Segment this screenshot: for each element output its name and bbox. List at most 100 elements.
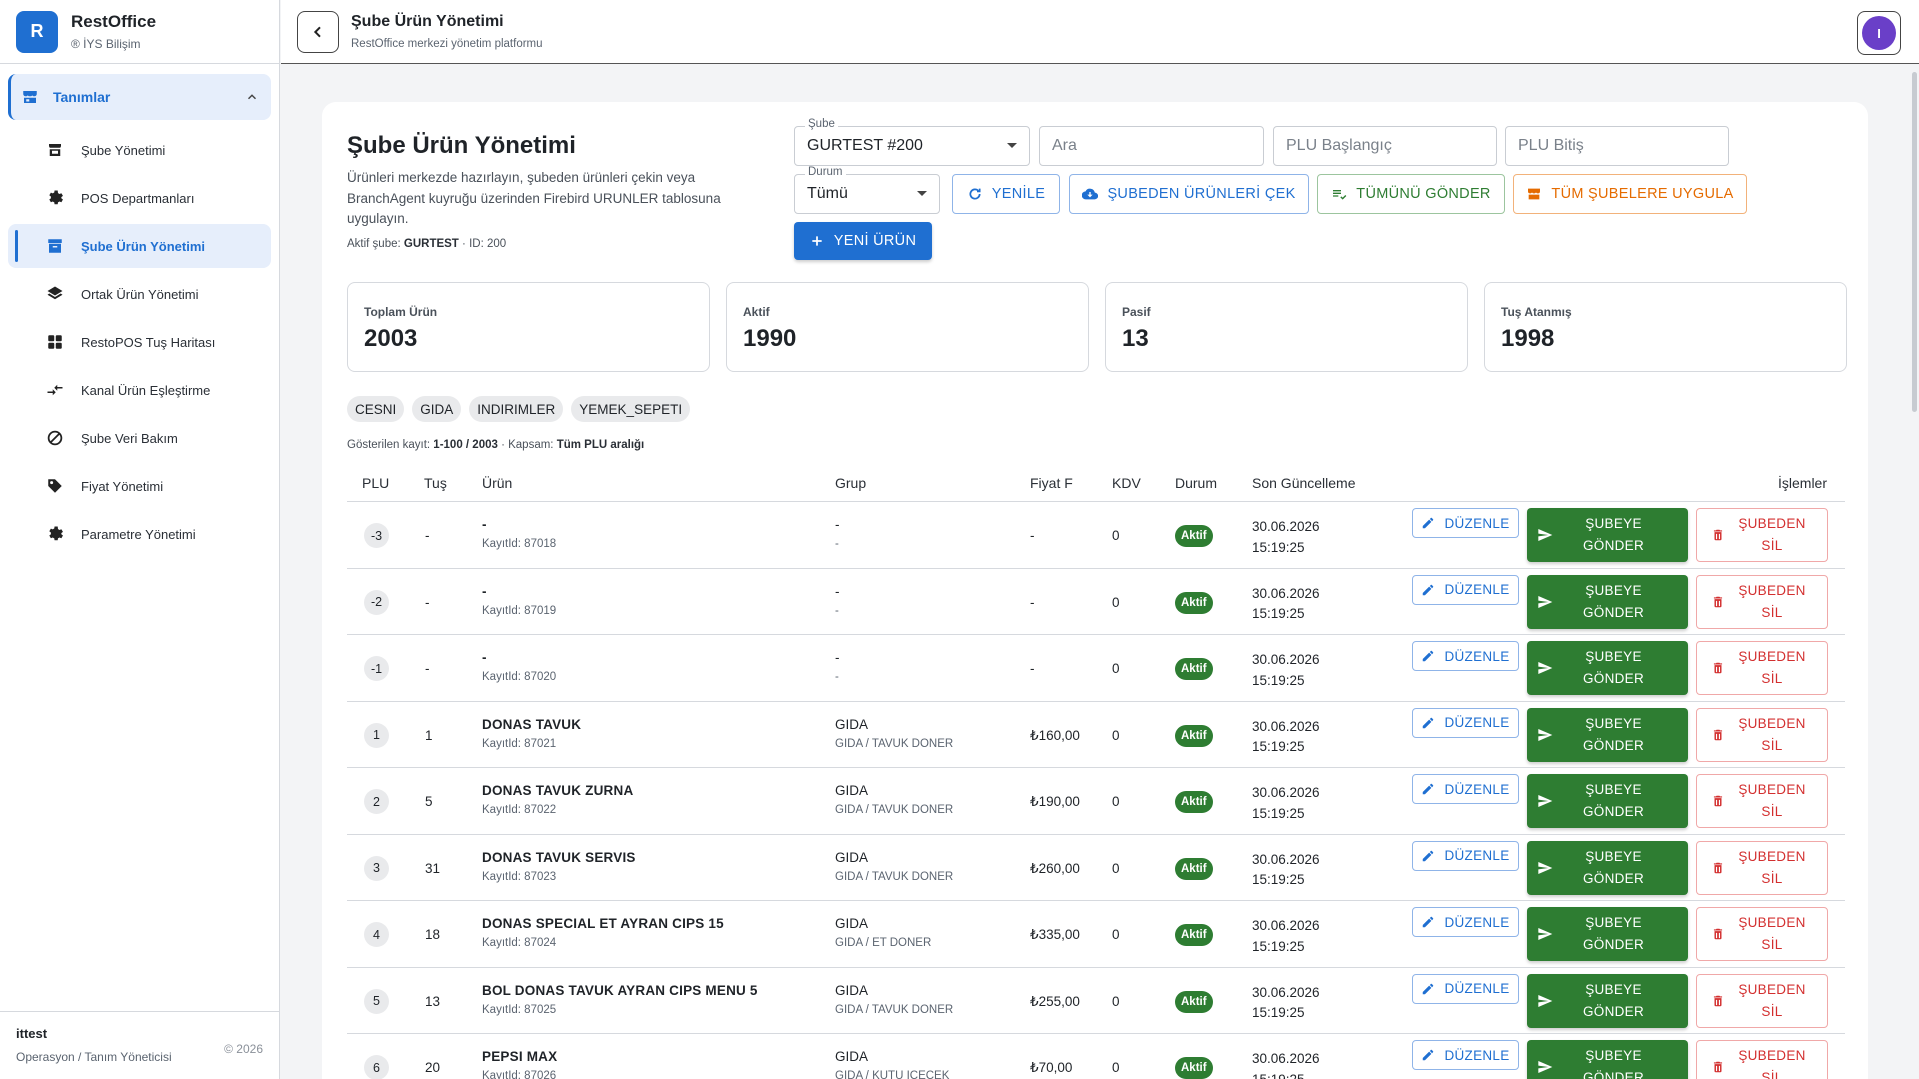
send-to-branch-button[interactable]: ŞUBEYE GÖNDER <box>1527 508 1688 562</box>
edit-button[interactable]: DÜZENLE <box>1412 973 1519 1004</box>
group-chip[interactable]: GIDA <box>412 396 462 422</box>
send-label-line2: GÖNDER <box>1582 937 1645 952</box>
edit-button[interactable]: DÜZENLE <box>1412 641 1519 671</box>
sidebar-item-fiyat-yonetimi[interactable]: Fiyat Yönetimi <box>8 464 271 508</box>
edit-button[interactable]: DÜZENLE <box>1412 574 1519 605</box>
col-son-guncelleme[interactable]: Son Güncelleme <box>1252 475 1356 491</box>
delete-from-branch-button[interactable]: ŞUBEDEN SİL <box>1696 508 1828 562</box>
col-fiyat[interactable]: Fiyat F <box>1030 475 1073 491</box>
delete-label-line1: ŞUBEDEN <box>1738 582 1806 598</box>
chevron-up-icon[interactable] <box>245 90 259 104</box>
sidebar-item-sube-yonetimi[interactable]: Şube Yönetimi <box>8 128 271 172</box>
delete-from-branch-button[interactable]: ŞUBEDEN SİL <box>1696 840 1828 895</box>
stat-card-key-assigned: Tuş Atanmış 1998 <box>1484 282 1847 372</box>
trash-icon <box>1713 529 1723 541</box>
back-button[interactable] <box>297 10 339 53</box>
new-product-button[interactable]: YENİ ÜRÜN <box>794 222 932 260</box>
delete-from-branch-button[interactable]: ŞUBEDEN SİL <box>1696 707 1828 762</box>
sidebar-item-kanal-urun-eslestirme[interactable]: Kanal Ürün Eşleştirme <box>8 368 271 412</box>
send-label-line2: GÖNDER <box>1582 804 1645 819</box>
send-to-branch-button[interactable]: ŞUBEYE GÖNDER <box>1527 840 1688 895</box>
col-urun[interactable]: Ürün <box>482 475 512 491</box>
nav-group-tanimlar[interactable]: Tanımlar <box>8 74 271 120</box>
delete-from-branch-button[interactable]: ŞUBEDEN SİL <box>1696 1040 1828 1079</box>
updated-time: 15:19:25 <box>1252 539 1305 555</box>
pencil-icon <box>1423 783 1434 795</box>
send-to-branch-button[interactable]: ŞUBEYE GÖNDER <box>1527 707 1688 762</box>
edit-button[interactable]: DÜZENLE <box>1412 774 1519 804</box>
delete-from-branch-button[interactable]: ŞUBEDEN SİL <box>1696 774 1828 828</box>
sidebar-nav: Şube Yönetimi POS Departmanları Şube Ürü… <box>0 128 279 556</box>
updated-at: 30.06.2026 15:19:25 <box>1252 584 1320 625</box>
pull-products-button[interactable]: ŞUBEDEN ÜRÜNLERİ ÇEK <box>1069 174 1309 214</box>
group-chip[interactable]: YEMEK_SEPETI <box>571 396 691 422</box>
sidebar-item-restopos-tus-haritasi[interactable]: RestoPOS Tuş Haritası <box>8 320 271 364</box>
sidebar-item-parametre-yonetimi[interactable]: Parametre Yönetimi <box>8 512 271 556</box>
col-tus[interactable]: Tuş <box>424 475 447 491</box>
plu-badge: 5 <box>364 988 389 1014</box>
send-to-branch-button[interactable]: ŞUBEYE GÖNDER <box>1527 774 1688 828</box>
edit-button[interactable]: DÜZENLE <box>1412 840 1519 871</box>
trash-icon <box>1713 928 1723 940</box>
send-icon <box>1538 662 1553 674</box>
scrollbar-thumb[interactable] <box>1912 72 1917 412</box>
send-to-branch-button[interactable]: ŞUBEYE GÖNDER <box>1527 907 1688 961</box>
apply-all-branches-button[interactable]: TÜM ŞUBELERE UYGULA <box>1513 174 1747 214</box>
trash-icon <box>1713 862 1723 873</box>
send-all-button[interactable]: TÜMÜNÜ GÖNDER <box>1317 174 1505 214</box>
search-input[interactable]: Ara <box>1039 126 1264 166</box>
sidebar-item-pos-departmanlari[interactable]: POS Departmanları <box>8 176 271 220</box>
group-chip[interactable]: INDIRIMLER <box>469 396 564 422</box>
group-cell: GIDA <box>835 849 869 865</box>
sidebar-item-ortak-urun-yonetimi[interactable]: Ortak Ürün Yönetimi <box>8 272 271 316</box>
edit-button[interactable]: DÜZENLE <box>1412 1040 1519 1070</box>
vat-cell: 0 <box>1112 794 1120 809</box>
durum-select[interactable]: Durum Tümü <box>794 166 940 214</box>
user-menu-button[interactable]: I <box>1857 11 1901 55</box>
key-cell: 18 <box>425 927 441 942</box>
delete-from-branch-button[interactable]: ŞUBEDEN SİL <box>1696 973 1828 1028</box>
table-body: -3 - - KayıtId: 87018 - - - 0 Aktif 30.0… <box>347 502 1845 1079</box>
col-plu[interactable]: PLU <box>362 475 389 491</box>
sidebar-item-sube-urun-yonetimi[interactable]: Şube Ürün Yönetimi <box>8 224 271 268</box>
plu-start-input[interactable]: PLU Başlangıç <box>1273 126 1497 166</box>
refresh-button[interactable]: YENİLE <box>952 174 1060 214</box>
new-product-label: YENİ ÜRÜN <box>833 233 917 249</box>
delete-from-branch-button[interactable]: ŞUBEDEN SİL <box>1696 907 1828 961</box>
send-to-branch-button[interactable]: ŞUBEYE GÖNDER <box>1527 641 1688 695</box>
store-icon <box>49 144 61 156</box>
send-label-line1: ŞUBEYE <box>1585 649 1642 664</box>
trash-icon <box>1713 729 1723 740</box>
send-to-branch-button[interactable]: ŞUBEYE GÖNDER <box>1527 973 1688 1028</box>
delete-from-branch-button[interactable]: ŞUBEDEN SİL <box>1696 574 1828 629</box>
send-icon <box>1538 994 1553 1007</box>
group-chip[interactable]: CESNI <box>347 396 405 422</box>
col-grup[interactable]: Grup <box>835 475 866 491</box>
product-name: PEPSI MAX <box>482 1049 558 1064</box>
main-card: Şube Ürün Yönetimi Ürünleri merkezde haz… <box>322 102 1868 1079</box>
col-durum[interactable]: Durum <box>1175 475 1217 491</box>
edit-button-label: DÜZENLE <box>1444 582 1510 597</box>
vat-cell: 0 <box>1112 594 1120 610</box>
send-label-line1: ŞUBEYE <box>1585 715 1642 731</box>
send-to-branch-button[interactable]: ŞUBEYE GÖNDER <box>1527 574 1688 629</box>
send-label-line2: GÖNDER <box>1582 604 1645 620</box>
status-badge: Aktif <box>1175 658 1213 680</box>
storefront-icon <box>23 91 37 103</box>
sidebar-item-label: Şube Yönetimi <box>81 142 166 158</box>
plu-end-input[interactable]: PLU Bitiş <box>1505 126 1729 166</box>
updated-date: 30.06.2026 <box>1252 585 1320 601</box>
sidebar-item-sube-veri-bakim[interactable]: Şube Veri Bakım <box>8 416 271 460</box>
sube-select[interactable]: Şube GURTEST #200 <box>794 118 1030 166</box>
edit-button[interactable]: DÜZENLE <box>1412 508 1519 538</box>
edit-button-label: DÜZENLE <box>1444 515 1510 531</box>
send-to-branch-button[interactable]: ŞUBEYE GÖNDER <box>1527 1040 1688 1079</box>
edit-button-label: DÜZENLE <box>1444 781 1510 797</box>
caret-down-icon <box>1007 143 1017 148</box>
delete-label-line2: SİL <box>1761 1003 1783 1019</box>
edit-button[interactable]: DÜZENLE <box>1412 907 1519 937</box>
col-kdv[interactable]: KDV <box>1112 475 1141 491</box>
pencil-icon <box>1423 584 1434 595</box>
delete-from-branch-button[interactable]: ŞUBEDEN SİL <box>1696 641 1828 695</box>
edit-button[interactable]: DÜZENLE <box>1412 707 1519 738</box>
